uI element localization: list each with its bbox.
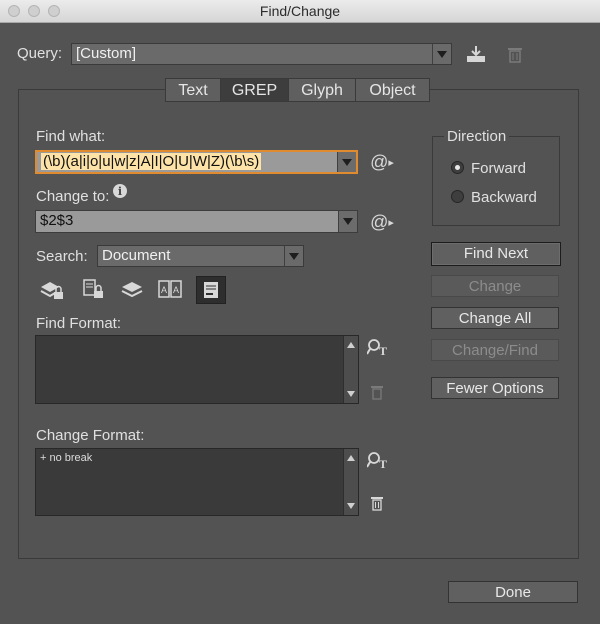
include-footnotes-icon[interactable]	[196, 276, 226, 304]
find-format-box[interactable]	[35, 335, 359, 404]
backward-label[interactable]: Backward	[471, 189, 537, 206]
forward-radio[interactable]	[451, 161, 464, 174]
chevron-down-icon[interactable]	[337, 152, 356, 172]
find-format-scrollbar[interactable]	[343, 336, 358, 403]
scroll-down-icon[interactable]	[347, 391, 355, 397]
search-value: Document	[102, 247, 171, 264]
clear-change-format-icon[interactable]	[369, 494, 385, 512]
find-what-field[interactable]: (\b)(a|i|o|u|w|z|A|I|O|U|W|Z)(\b\s)	[35, 150, 358, 174]
tab-glyph[interactable]: Glyph	[289, 78, 356, 102]
direction-group	[432, 136, 560, 226]
scroll-down-icon[interactable]	[347, 503, 355, 509]
chevron-down-icon	[284, 246, 303, 266]
query-dropdown[interactable]: [Custom]	[71, 43, 452, 65]
chevron-down-icon[interactable]	[338, 211, 357, 232]
backward-radio[interactable]	[451, 190, 464, 203]
include-locked-layers-icon[interactable]	[39, 277, 65, 301]
include-locked-stories-icon[interactable]	[80, 277, 106, 301]
find-format-label: Find Format:	[36, 315, 122, 332]
direction-label: Direction	[444, 128, 510, 145]
specify-change-format-icon[interactable]: T	[367, 450, 389, 472]
fewer-options-button[interactable]: Fewer Options	[431, 377, 559, 399]
change-format-scrollbar[interactable]	[343, 449, 358, 515]
clear-find-format-icon[interactable]	[369, 383, 385, 401]
change-find-button[interactable]: Change/Find	[431, 339, 559, 361]
svg-text:A: A	[161, 285, 167, 295]
change-to-value: $2$3	[40, 212, 74, 229]
query-label: Query:	[17, 45, 63, 62]
tab-text[interactable]: Text	[165, 78, 221, 102]
tab-grep[interactable]: GREP	[221, 78, 289, 102]
delete-query-icon[interactable]	[505, 44, 525, 64]
tab-bar: Text GREP Glyph Object	[165, 78, 430, 102]
special-characters-icon[interactable]: @ ▸	[370, 151, 394, 173]
svg-text:A: A	[173, 285, 179, 295]
change-button[interactable]: Change	[431, 275, 559, 297]
svg-text:T: T	[379, 344, 387, 358]
change-to-field[interactable]: $2$3	[35, 210, 358, 233]
chevron-down-icon	[432, 44, 451, 64]
find-what-value: (\b)(a|i|o|u|w|z|A|I|O|U|W|Z)(\b\s)	[41, 153, 262, 170]
scroll-up-icon[interactable]	[347, 342, 355, 348]
change-all-button[interactable]: Change All	[431, 307, 559, 329]
change-format-value: + no break	[40, 452, 93, 464]
svg-text:T: T	[379, 457, 387, 471]
done-button[interactable]: Done	[448, 581, 578, 603]
info-icon[interactable]: i	[113, 184, 127, 198]
include-hidden-layers-icon[interactable]	[119, 277, 145, 301]
forward-label[interactable]: Forward	[471, 160, 526, 177]
query-value: [Custom]	[76, 45, 137, 62]
change-format-box[interactable]: + no break	[35, 448, 359, 516]
special-characters-icon[interactable]: @ ▸	[370, 211, 394, 233]
include-master-pages-icon[interactable]: AA	[157, 277, 183, 301]
find-next-button[interactable]: Find Next	[431, 242, 561, 266]
search-dropdown[interactable]: Document	[97, 245, 304, 267]
change-to-label: Change to:	[36, 188, 110, 205]
tab-object[interactable]: Object	[356, 78, 430, 102]
specify-find-format-icon[interactable]: T	[367, 337, 389, 359]
save-query-icon[interactable]	[465, 44, 487, 64]
search-label: Search:	[36, 248, 88, 265]
scroll-up-icon[interactable]	[347, 455, 355, 461]
window-title: Find/Change	[259, 3, 341, 19]
find-what-label: Find what:	[36, 128, 106, 145]
change-format-label: Change Format:	[36, 427, 145, 444]
